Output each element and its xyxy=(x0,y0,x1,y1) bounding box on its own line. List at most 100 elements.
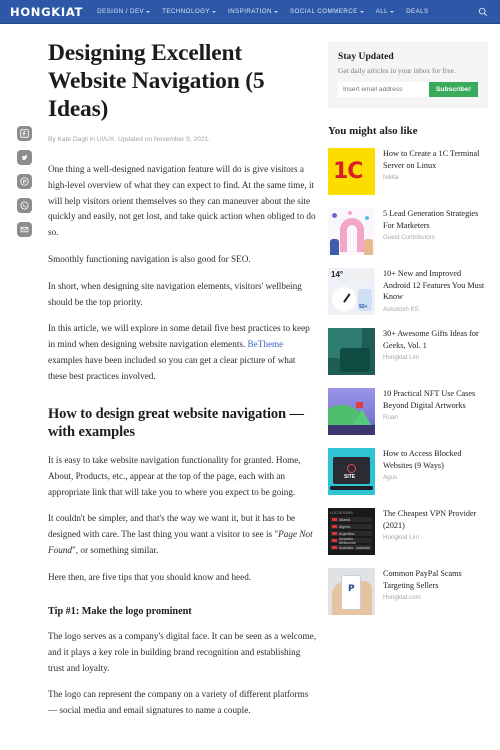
person-icon xyxy=(330,239,339,255)
stay-updated-box: Stay Updated Get daily articles in your … xyxy=(328,42,488,108)
betheme-link[interactable]: BeTheme xyxy=(248,339,284,349)
laptop-base xyxy=(330,486,373,490)
onec-logo-icon: 1C xyxy=(333,159,363,184)
list-item[interactable]: 1C How to Create a 1C Terminal Server on… xyxy=(328,148,488,195)
paragraph: It couldn't be simpler, and that's the w… xyxy=(48,511,316,558)
search-icon[interactable] xyxy=(478,7,488,17)
paragraph: In this article, we will explore in some… xyxy=(48,321,316,384)
list-item[interactable]: 10 Practical NFT Use Cases Beyond Digita… xyxy=(328,388,488,435)
paragraph-text: It couldn't be simpler, and that's the w… xyxy=(48,513,296,540)
article-thumbnail[interactable] xyxy=(328,208,375,255)
chevron-down-icon xyxy=(359,10,364,13)
clock-widget-icon xyxy=(332,287,356,311)
list-item-text: Common PayPal Scams Targeting Sellers Ho… xyxy=(383,568,488,615)
article-thumbnail[interactable] xyxy=(328,328,375,375)
table-header-label: LOCATIONS xyxy=(330,510,353,515)
list-item[interactable]: P Common PayPal Scams Targeting Sellers … xyxy=(328,568,488,615)
nav-item-label: DEALS xyxy=(406,8,429,15)
peak-shape xyxy=(353,409,371,425)
flag-icon xyxy=(356,402,363,408)
list-item-text: 10+ New and Improved Android 12 Features… xyxy=(383,268,488,315)
subscribe-button[interactable]: Subscribe! xyxy=(428,82,478,97)
list-item-title[interactable]: How to Create a 1C Terminal Server on Li… xyxy=(383,148,488,171)
nav-item-deals[interactable]: DEALS xyxy=(406,8,429,15)
chevron-down-icon xyxy=(146,10,151,13)
chevron-down-icon xyxy=(390,10,395,13)
site-logo[interactable]: HONGKIAT xyxy=(10,5,83,19)
list-item-author: Guest Contributors xyxy=(383,234,435,242)
list-item-text: How to Create a 1C Terminal Server on Li… xyxy=(383,148,488,195)
paragraph: It is easy to take website navigation fu… xyxy=(48,454,301,497)
top-navigation-bar: HONGKIAT DESIGN / DEV TECHNOLOGY INSPIRA… xyxy=(0,0,500,24)
nav-item-social-commerce[interactable]: SOCIAL COMMERCE xyxy=(290,8,364,15)
list-item-author: Hongkiat.com xyxy=(383,594,421,602)
list-item-title[interactable]: 10+ New and Improved Android 12 Features… xyxy=(383,268,488,303)
paypal-icon: P xyxy=(348,584,355,594)
stay-updated-subtext: Get daily articles in your inbox for fre… xyxy=(338,66,456,75)
list-item-author: Hongkiat Lim xyxy=(383,534,420,542)
article-thumbnail[interactable]: LOCATIONS Atlanta Algeria Argentina Aust… xyxy=(328,508,375,555)
list-item[interactable]: SITE How to Access Blocked Websites (9 W… xyxy=(328,448,488,495)
pinterest-share-icon[interactable]: P xyxy=(16,174,32,189)
article-body: One thing a well-designed navigation fea… xyxy=(48,162,316,719)
nav-item-label: DESIGN / DEV xyxy=(97,8,145,15)
article-thumbnail[interactable]: P xyxy=(328,568,375,615)
twitter-share-icon[interactable] xyxy=(16,150,32,165)
tip-heading: Tip #1: Make the logo prominent xyxy=(48,605,192,617)
paragraph-text: ", or something similar. xyxy=(72,545,159,556)
article-thumbnail[interactable] xyxy=(328,388,375,435)
whatsapp-share-icon[interactable] xyxy=(16,198,32,213)
page-title: Designing Excellent Website Navigation (… xyxy=(48,40,265,122)
share-buttons: P xyxy=(0,126,48,237)
table-row: Australia - Melbourne xyxy=(330,537,372,545)
list-item[interactable]: 30+ Awesome Gifts Ideas for Geeks, Vol. … xyxy=(328,328,488,375)
paragraph: Smoothly functioning navigation is also … xyxy=(48,254,251,264)
subscribe-form: Subscribe! xyxy=(338,82,478,97)
article-byline: By Kate Dagli in UI/UX. Updated on Novem… xyxy=(48,135,211,143)
nav-item-all[interactable]: ALL xyxy=(375,8,395,15)
nav-item-label: TECHNOLOGY xyxy=(162,8,210,15)
nav-item-design-dev[interactable]: DESIGN / DEV xyxy=(97,8,151,15)
list-item-title[interactable]: How to Access Blocked Websites (9 Ways) xyxy=(383,448,488,471)
bag-shape xyxy=(340,348,370,372)
list-item-author: Roan xyxy=(383,414,398,422)
decor-dot xyxy=(348,211,352,215)
list-item-title[interactable]: 10 Practical NFT Use Cases Beyond Digita… xyxy=(383,388,488,411)
nav-item-label: ALL xyxy=(375,8,389,15)
list-item[interactable]: 14° 10+ New and Improved Android 12 Feat… xyxy=(328,268,488,315)
stay-updated-heading: Stay Updated xyxy=(338,51,394,62)
list-item-author: Hongkiat Lim xyxy=(383,354,420,362)
article-thumbnail[interactable]: SITE xyxy=(328,448,375,495)
list-item-text: 30+ Awesome Gifts Ideas for Geeks, Vol. … xyxy=(383,328,488,375)
nav-item-inspiration[interactable]: INSPIRATION xyxy=(228,8,278,15)
article-thumbnail[interactable]: 1C xyxy=(328,148,375,195)
battery-widget-icon xyxy=(358,289,372,311)
temperature-label: 14° xyxy=(331,270,344,279)
list-item[interactable]: LOCATIONS Atlanta Algeria Argentina Aust… xyxy=(328,508,488,555)
list-item[interactable]: 5 Lead Generation Strategies For Markete… xyxy=(328,208,488,255)
article-column: Designing Excellent Website Navigation (… xyxy=(48,24,316,719)
paragraph: One thing a well-designed navigation fea… xyxy=(48,163,316,238)
chevron-down-icon xyxy=(273,10,278,13)
list-item-title[interactable]: Common PayPal Scams Targeting Sellers xyxy=(383,568,488,591)
nav-menu: DESIGN / DEV TECHNOLOGY INSPIRATION SOCI… xyxy=(97,8,429,15)
paragraph: The logo can represent the company on a … xyxy=(48,689,309,716)
person-icon xyxy=(364,239,373,255)
ground-shape xyxy=(328,425,375,435)
list-item-text: How to Access Blocked Websites (9 Ways) … xyxy=(383,448,488,495)
list-item-title[interactable]: 30+ Awesome Gifts Ideas for Geeks, Vol. … xyxy=(383,328,488,351)
email-share-icon[interactable] xyxy=(16,222,32,237)
facebook-share-icon[interactable] xyxy=(16,126,32,141)
decor-dot xyxy=(365,216,369,220)
list-item-author: Agus xyxy=(383,474,398,482)
list-item-title[interactable]: The Cheapest VPN Provider (2021) xyxy=(383,508,488,531)
table-row: Algeria xyxy=(330,524,372,529)
list-item-title[interactable]: 5 Lead Generation Strategies For Markete… xyxy=(383,208,488,231)
nav-item-label: SOCIAL COMMERCE xyxy=(289,8,358,15)
table-row: Argentina xyxy=(330,531,372,536)
email-input[interactable] xyxy=(338,82,429,97)
list-item-text: The Cheapest VPN Provider (2021) Hongkia… xyxy=(383,508,488,555)
article-thumbnail[interactable]: 14° xyxy=(328,268,375,315)
paragraph: In short, when designing site navigation… xyxy=(48,280,302,307)
nav-item-technology[interactable]: TECHNOLOGY xyxy=(162,8,216,15)
